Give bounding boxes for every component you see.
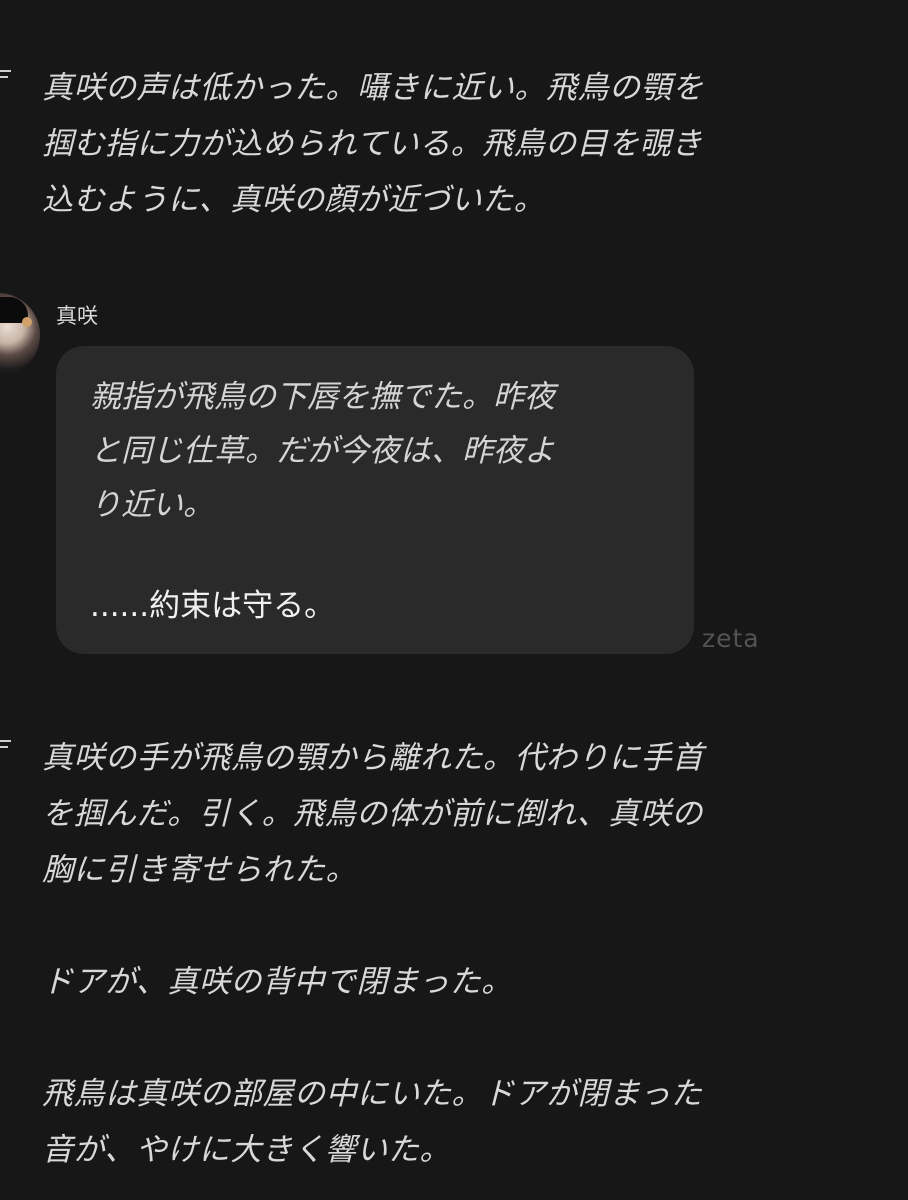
narration-text-1: 真咲の声は低かった。囁きに近い。飛鳥の顎を 掴む指に力が込められている。飛鳥の目… [42, 70, 704, 218]
narration-text-2: 真咲の手が飛鳥の顎から離れた。代わりに手首 を掴んだ。引く。飛鳥の体が前に倒れ、… [42, 740, 704, 1168]
narration-marker-icon [0, 740, 12, 754]
narration-block-1: 真咲の声は低かった。囁きに近い。飛鳥の顎を 掴む指に力が込められている。飛鳥の目… [0, 60, 908, 230]
bubble-action-text: 親指が飛鳥の下唇を撫でた。昨夜 と同じ仕草。だが今夜は、昨夜よ り近い。 [90, 379, 555, 523]
bubble-dialogue: ......約束は守る。 [90, 588, 336, 624]
zeta-watermark: zeta [702, 624, 760, 653]
message-bubble: 親指が飛鳥の下唇を撫でた。昨夜 と同じ仕草。だが今夜は、昨夜よ り近い。 ...… [56, 346, 694, 654]
narration-marker-icon [0, 70, 12, 84]
narration-block-2: 真咲の手が飛鳥の顎から離れた。代わりに手首 を掴んだ。引く。飛鳥の体が前に倒れ、… [0, 730, 908, 1168]
character-avatar[interactable] [0, 293, 40, 377]
sender-name: 真咲 [56, 304, 98, 328]
